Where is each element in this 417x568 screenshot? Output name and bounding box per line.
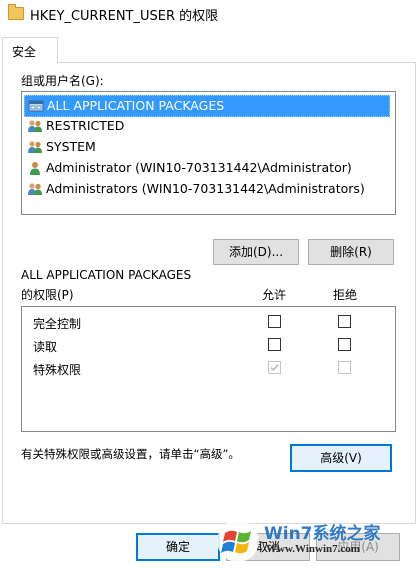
list-item[interactable]: SYSTEM bbox=[24, 137, 390, 157]
full-control-deny-checkbox[interactable] bbox=[338, 315, 351, 328]
special-deny-checkbox[interactable] bbox=[338, 361, 351, 374]
permissions-subheading: 的权限(P) bbox=[21, 288, 74, 302]
add-button[interactable]: 添加(D)... bbox=[213, 239, 299, 265]
list-item[interactable]: Administrators (WIN10-703131442\Administ… bbox=[24, 179, 390, 199]
permissions-heading: ALL APPLICATION PACKAGES bbox=[21, 268, 192, 282]
ok-button[interactable]: 确定 bbox=[136, 533, 220, 561]
advanced-note: 有关特殊权限或高级设置，请单击“高级”。 bbox=[21, 447, 240, 461]
allow-column-header: 允许 bbox=[262, 288, 287, 302]
watermark-brand: Win7系统之家 bbox=[264, 524, 381, 544]
groups-label: 组或用户名(G): bbox=[21, 74, 104, 88]
permission-label: 读取 bbox=[33, 340, 58, 354]
users-group-icon bbox=[28, 120, 42, 132]
list-item-label: Administrator (WIN10-703131442\Administr… bbox=[46, 160, 352, 175]
folder-icon bbox=[8, 4, 24, 20]
users-group-icon bbox=[28, 141, 42, 153]
watermark-url: Www.Winwin7.com bbox=[266, 543, 360, 555]
list-item[interactable]: RESTRICTED bbox=[24, 116, 390, 136]
users-group-icon bbox=[28, 183, 42, 195]
list-item-label: ALL APPLICATION PACKAGES bbox=[47, 98, 225, 113]
window-title: HKEY_CURRENT_USER 的权限 bbox=[30, 9, 219, 24]
remove-button[interactable]: 删除(R) bbox=[308, 239, 394, 265]
watermark-logo: Win7系统之家 Www.Winwin7.com bbox=[212, 515, 412, 565]
list-item-label: Administrators (WIN10-703131442\Administ… bbox=[46, 181, 365, 196]
check-icon bbox=[270, 364, 279, 372]
list-item-label: SYSTEM bbox=[46, 139, 96, 154]
list-item-label: RESTRICTED bbox=[46, 118, 125, 133]
deny-column-header: 拒绝 bbox=[333, 288, 358, 302]
title-bar: HKEY_CURRENT_USER 的权限 bbox=[0, 0, 417, 30]
app-packages-icon bbox=[28, 100, 44, 112]
user-icon bbox=[30, 162, 40, 175]
list-item[interactable]: ALL APPLICATION PACKAGES bbox=[24, 95, 390, 117]
permission-label: 特殊权限 bbox=[33, 363, 82, 377]
special-allow-checkbox[interactable] bbox=[268, 361, 281, 374]
list-item[interactable]: Administrator (WIN10-703131442\Administr… bbox=[24, 158, 390, 178]
groups-list[interactable]: ALL APPLICATION PACKAGES RESTRICTED SYST… bbox=[21, 91, 396, 215]
advanced-button[interactable]: 高级(V) bbox=[290, 444, 392, 472]
read-deny-checkbox[interactable] bbox=[338, 338, 351, 351]
tab-label: 安全 bbox=[12, 45, 37, 59]
full-control-allow-checkbox[interactable] bbox=[268, 315, 281, 328]
read-allow-checkbox[interactable] bbox=[268, 338, 281, 351]
permission-label: 完全控制 bbox=[33, 317, 82, 331]
permissions-list: 完全控制 读取 特殊权限 bbox=[21, 306, 396, 432]
tab-security[interactable]: 安全 bbox=[2, 37, 58, 64]
